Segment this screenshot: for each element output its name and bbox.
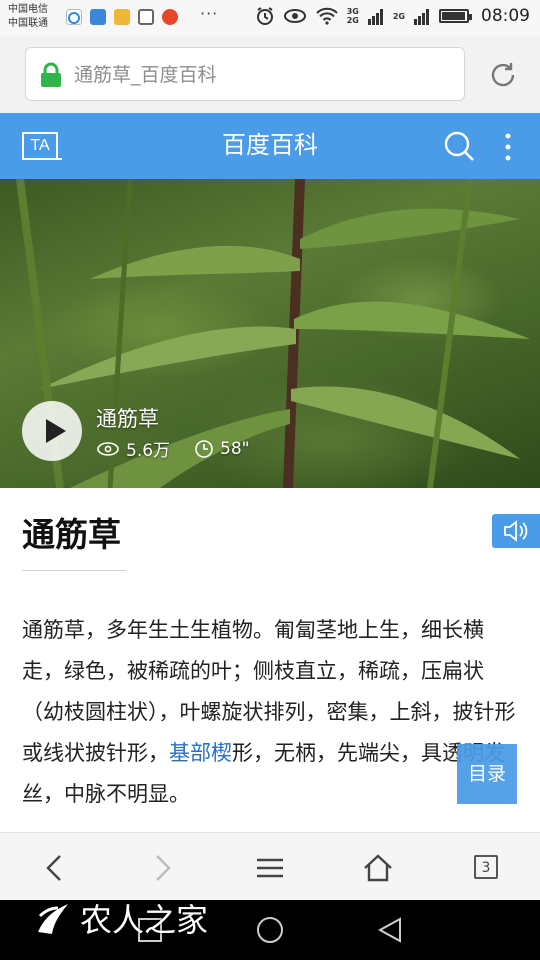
tabs-button[interactable]: 3 bbox=[474, 855, 508, 889]
video-meta: 5.6万 58" bbox=[96, 436, 274, 461]
gallery-icon bbox=[138, 9, 154, 25]
clock-icon bbox=[195, 439, 213, 458]
play-icon bbox=[46, 419, 66, 443]
title-divider bbox=[22, 570, 126, 571]
wifi-icon bbox=[316, 7, 338, 25]
watermark-text: 农人之家 bbox=[80, 901, 209, 939]
battery-icon bbox=[439, 9, 472, 23]
weibo-icon bbox=[162, 9, 178, 25]
url-field[interactable]: 通筋草_百度百科 bbox=[25, 47, 465, 101]
carrier-1: 中国电信 bbox=[8, 4, 48, 15]
article-body: 通筋草，多年生土生植物。匍匐茎地上生，细长横走，绿色，被稀疏的叶；侧枝直立，稀疏… bbox=[22, 610, 522, 830]
tab-count: 3 bbox=[474, 855, 498, 879]
article-title: 通筋草 bbox=[22, 515, 121, 554]
network-type-2: 2G bbox=[393, 12, 405, 21]
notes-icon bbox=[114, 9, 130, 25]
network-tag-1: 3G bbox=[346, 7, 359, 16]
home-nav-icon[interactable] bbox=[254, 914, 286, 946]
duration-group: 58" bbox=[194, 438, 250, 459]
back-icon[interactable] bbox=[38, 851, 72, 885]
status-right: 3G 2G 2G 08:09 bbox=[255, 6, 530, 26]
watermark: 农人之家 bbox=[30, 895, 208, 941]
signal-icon bbox=[367, 9, 383, 25]
watermark-logo-icon bbox=[38, 904, 68, 934]
signal-icon-2 bbox=[414, 9, 429, 25]
more-notifications-icon: ··· bbox=[200, 4, 219, 23]
network-type: 3G 2G bbox=[347, 7, 359, 25]
home-icon[interactable] bbox=[361, 851, 395, 885]
video-duration: 58" bbox=[220, 438, 250, 459]
view-count: 5.6万 bbox=[126, 441, 171, 461]
toc-button[interactable]: 目录 bbox=[457, 744, 517, 804]
site-header: TA 百度百科 bbox=[0, 113, 540, 179]
eye-comfort-icon bbox=[283, 9, 306, 23]
weather-icon bbox=[90, 9, 106, 25]
clock: 08:09 bbox=[481, 6, 530, 26]
lock-icon bbox=[41, 62, 61, 87]
carrier-labels: 中国电信 中国联通 bbox=[8, 3, 48, 31]
video-title: 通筋草 bbox=[96, 407, 159, 431]
forward-icon[interactable] bbox=[145, 851, 179, 885]
notification-icons bbox=[66, 9, 178, 25]
views-group: 5.6万 bbox=[96, 436, 170, 461]
qq-icon bbox=[66, 9, 82, 25]
reload-icon[interactable] bbox=[486, 58, 520, 92]
more-menu-icon[interactable] bbox=[498, 131, 518, 163]
menu-icon[interactable] bbox=[253, 851, 287, 885]
carrier-2: 中国联通 bbox=[8, 18, 48, 29]
network-tag-3: 2G bbox=[392, 11, 405, 21]
read-aloud-button[interactable] bbox=[492, 514, 540, 548]
browser-toolbar: 3 bbox=[0, 832, 540, 900]
video-hero[interactable]: 通筋草 5.6万 58" bbox=[0, 179, 540, 488]
article-link[interactable]: 基部楔 bbox=[169, 741, 232, 765]
search-icon[interactable] bbox=[442, 129, 476, 163]
address-bar: 通筋草_百度百科 bbox=[0, 36, 540, 113]
back-nav-icon[interactable] bbox=[374, 914, 406, 946]
url-text: 通筋草_百度百科 bbox=[74, 64, 217, 86]
status-bar: 中国电信 中国联通 ··· 3G 2G 2G 08:09 bbox=[0, 0, 540, 36]
eye-icon bbox=[97, 441, 119, 456]
alarm-icon bbox=[256, 7, 273, 25]
battery-level bbox=[442, 12, 465, 20]
play-button[interactable] bbox=[22, 401, 82, 461]
network-tag-2: 2G bbox=[346, 16, 359, 25]
speaker-icon bbox=[504, 520, 528, 542]
